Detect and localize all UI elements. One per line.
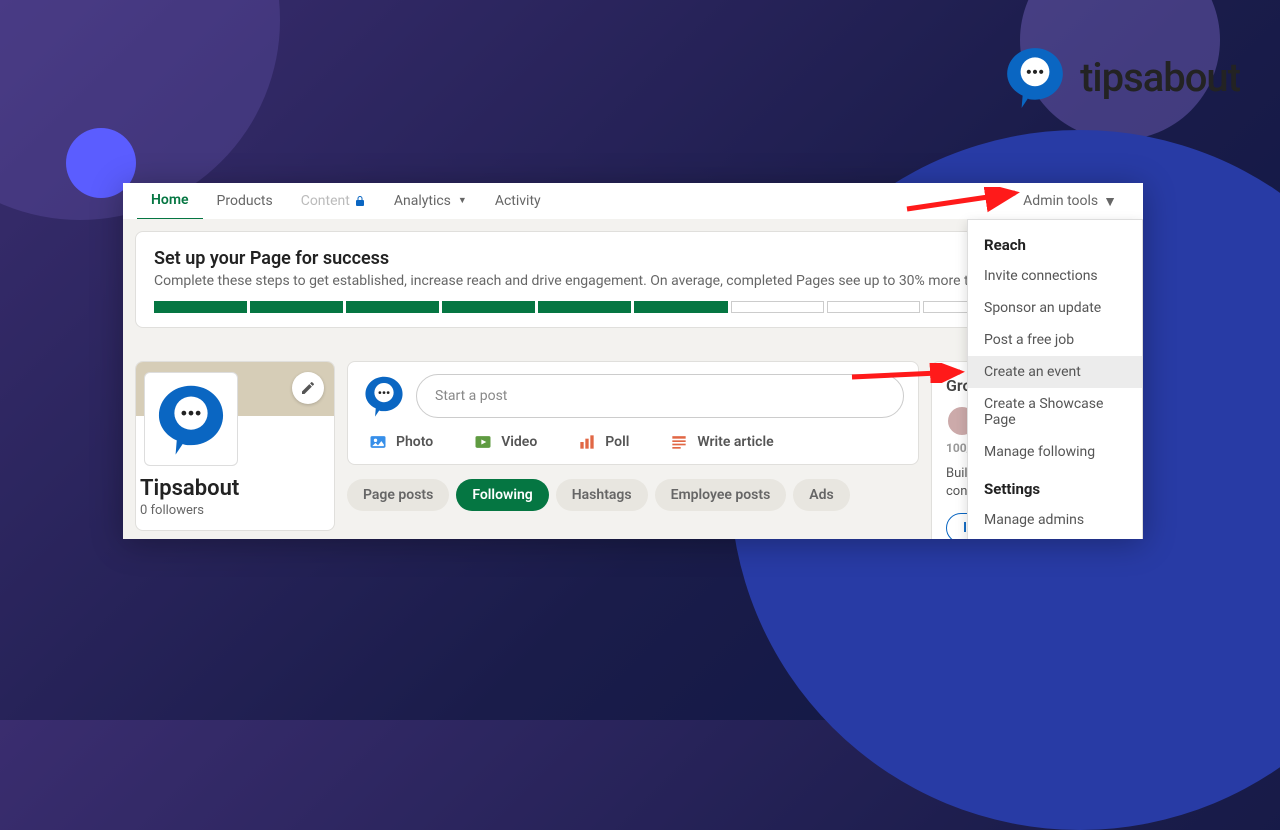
progress-segment — [634, 301, 727, 313]
caret-down-icon: ▼ — [458, 183, 467, 219]
post-article-label: Write article — [697, 434, 773, 450]
chip-page-posts[interactable]: Page posts — [347, 479, 449, 511]
dd-sponsor-update[interactable]: Sponsor an update — [968, 292, 1142, 324]
post-input-row: Start a post — [362, 374, 904, 418]
video-icon — [473, 432, 493, 452]
article-icon — [669, 432, 689, 452]
dd-create-event[interactable]: Create an event — [968, 356, 1142, 388]
chip-following[interactable]: Following — [456, 479, 548, 511]
dropdown-section-settings: Settings — [968, 474, 1142, 504]
chip-ads[interactable]: Ads — [793, 479, 849, 511]
tab-analytics-label: Analytics — [394, 183, 451, 219]
progress-segment — [250, 301, 343, 313]
dd-invite-connections[interactable]: Invite connections — [968, 260, 1142, 292]
admin-tools-dropdown: Reach Invite connections Sponsor an upda… — [967, 219, 1143, 539]
left-column: Tipsabout 0 followers — [135, 361, 335, 527]
admin-tools-label: Admin tools — [1023, 193, 1098, 209]
page-avatar — [144, 372, 238, 466]
progress-segment — [346, 301, 439, 313]
tab-analytics[interactable]: Analytics ▼ — [380, 183, 481, 219]
photo-icon — [368, 432, 388, 452]
poll-icon — [577, 432, 597, 452]
setup-desc-text: Complete these steps to get established,… — [154, 273, 1007, 289]
middle-column: Start a post Photo Video Poll — [347, 361, 919, 527]
post-actions: Photo Video Poll Write article — [362, 432, 904, 452]
lock-icon — [354, 195, 366, 207]
tab-home[interactable]: Home — [137, 183, 203, 220]
dd-manage-following[interactable]: Manage following — [968, 436, 1142, 468]
caret-down-icon: ▼ — [1103, 193, 1117, 210]
page-name: Tipsabout — [136, 466, 334, 501]
post-photo-label: Photo — [396, 434, 433, 450]
page-identity-card: Tipsabout 0 followers — [135, 361, 335, 531]
admin-tools-button[interactable]: Admin tools ▼ — [1011, 193, 1129, 210]
progress-segment — [731, 301, 824, 313]
dd-post-free-job[interactable]: Post a free job — [968, 324, 1142, 356]
post-poll-label: Poll — [605, 434, 629, 450]
post-video-button[interactable]: Video — [473, 432, 537, 452]
tipsabout-logo-icon — [1002, 44, 1068, 110]
post-poll-button[interactable]: Poll — [577, 432, 629, 452]
page-logo-icon — [153, 381, 229, 457]
dd-create-showcase[interactable]: Create a Showcase Page — [968, 388, 1142, 436]
annotation-arrow — [903, 187, 1023, 213]
start-post-input[interactable]: Start a post — [416, 374, 904, 418]
start-post-card: Start a post Photo Video Poll — [347, 361, 919, 465]
edit-page-button[interactable] — [292, 372, 324, 404]
progress-segment — [827, 301, 920, 313]
page-followers: 0 followers — [136, 501, 334, 530]
page-mini-avatar-icon — [362, 374, 406, 418]
chip-employee-posts[interactable]: Employee posts — [655, 479, 787, 511]
progress-segment — [442, 301, 535, 313]
tab-content-label: Content — [301, 183, 350, 219]
brand-name: tipsabout — [1080, 54, 1240, 101]
annotation-arrow — [848, 363, 968, 383]
linkedin-page-admin: Home Products Content Analytics ▼ Activi… — [123, 183, 1143, 539]
tab-products[interactable]: Products — [203, 183, 287, 219]
tab-activity[interactable]: Activity — [481, 183, 555, 219]
post-article-button[interactable]: Write article — [669, 432, 773, 452]
feed-filter-chips: Page posts Following Hashtags Employee p… — [347, 479, 919, 511]
dd-manage-admins[interactable]: Manage admins — [968, 504, 1142, 536]
brand-logo-block: tipsabout — [1002, 44, 1240, 110]
tab-content[interactable]: Content — [287, 183, 380, 219]
chip-hashtags[interactable]: Hashtags — [556, 479, 648, 511]
post-photo-button[interactable]: Photo — [368, 432, 433, 452]
dropdown-section-reach: Reach — [968, 230, 1142, 260]
post-video-label: Video — [501, 434, 537, 450]
pencil-icon — [300, 380, 316, 396]
progress-segment — [538, 301, 631, 313]
progress-segment — [154, 301, 247, 313]
